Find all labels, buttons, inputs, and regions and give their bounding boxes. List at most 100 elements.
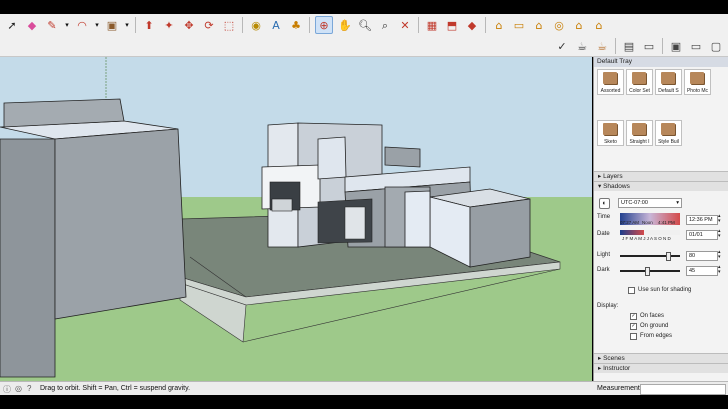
push-pull-icon[interactable]: ⬆ bbox=[141, 17, 157, 33]
car-shape bbox=[271, 198, 293, 212]
layers-label: Layers bbox=[603, 173, 623, 180]
help-icon[interactable]: ? bbox=[27, 384, 31, 393]
style-swatch-style-builder[interactable]: Style Buil bbox=[655, 120, 682, 146]
dark-slider-knob[interactable] bbox=[645, 267, 650, 276]
shadow-toggle-icon[interactable]: ◐ bbox=[599, 198, 610, 209]
pencil-icon[interactable]: ✎ bbox=[44, 17, 60, 33]
pan-icon[interactable]: ✋ bbox=[337, 17, 353, 33]
folder-icon bbox=[661, 72, 675, 84]
date-slider[interactable] bbox=[620, 230, 680, 235]
light-slider-knob[interactable] bbox=[666, 252, 671, 261]
left-view-icon[interactable]: ⌂ bbox=[591, 17, 607, 33]
arc-icon[interactable]: ◠ bbox=[74, 17, 90, 33]
swatch-label: Sketo bbox=[604, 139, 617, 145]
from-edges-checkbox[interactable] bbox=[630, 333, 637, 340]
shadows-section-header[interactable]: ▾ Shadows bbox=[594, 181, 728, 191]
zoom-extents-icon[interactable]: ✕ bbox=[397, 17, 413, 33]
monitor-icon[interactable]: ▭ bbox=[641, 38, 657, 54]
timezone-select[interactable]: UTC-07:00 ▾ bbox=[618, 198, 682, 208]
top-black-bar bbox=[0, 0, 728, 14]
lower-annex-light bbox=[404, 190, 431, 248]
dropdown-icon[interactable]: ▾ bbox=[94, 17, 100, 33]
time-input[interactable]: 12:36 PM bbox=[686, 215, 718, 225]
zoom-icon[interactable]: 🔍︎ bbox=[357, 17, 373, 33]
style-swatch-straight-lines[interactable]: Straight I bbox=[626, 120, 653, 146]
move-icon[interactable]: ✥ bbox=[181, 17, 197, 33]
style-swatch-color-sets[interactable]: Color Set bbox=[626, 69, 653, 95]
model-viewport[interactable] bbox=[0, 57, 592, 381]
main-toolbar: ➚ ◆ ✎ ▾ ◠ ▾ ▣ ▾ ⬆ ✦ ✥ ⟳ ⬚ ◉ A ♣ ⊕ ✋ 🔍︎ ⌕… bbox=[0, 14, 728, 57]
ruby-icon[interactable]: ◆ bbox=[464, 17, 480, 33]
dark-slider[interactable] bbox=[620, 270, 680, 272]
rectangle-icon[interactable]: ▣ bbox=[104, 17, 120, 33]
on-faces-label: On faces bbox=[640, 313, 665, 319]
toolbar-row-1: ➚ ◆ ✎ ▾ ◠ ▾ ▣ ▾ ⬆ ✦ ✥ ⟳ ⬚ ◉ A ♣ ⊕ ✋ 🔍︎ ⌕… bbox=[0, 15, 609, 35]
style-swatch-default[interactable]: Default S bbox=[655, 69, 682, 95]
rotate-icon[interactable]: ⟳ bbox=[201, 17, 217, 33]
scenes-label: Scenes bbox=[603, 355, 625, 362]
on-ground-checkbox[interactable]: ✓ bbox=[630, 323, 637, 330]
text-icon[interactable]: ♣ bbox=[288, 17, 304, 33]
paint-bucket-icon[interactable]: A bbox=[268, 17, 284, 33]
timezone-value: UTC-07:00 bbox=[621, 200, 648, 206]
swatch-label: Assorted bbox=[600, 88, 621, 94]
chevron-down-icon: ▾ bbox=[676, 200, 679, 206]
measurements-label: Measurements bbox=[597, 385, 644, 392]
front-view-icon[interactable]: ⌂ bbox=[531, 17, 547, 33]
extension-icon[interactable]: ⬒ bbox=[444, 17, 460, 33]
layers-section-header[interactable]: ▸ Layers bbox=[594, 171, 728, 181]
eraser-icon[interactable]: ◆ bbox=[24, 17, 40, 33]
status-bar: ⓘ ◎ ? Drag to orbit. Shift = Pan, Ctrl =… bbox=[0, 381, 728, 396]
light-input[interactable]: 80 bbox=[686, 251, 718, 261]
iso-view-icon[interactable]: ⌂ bbox=[491, 17, 507, 33]
info-icon[interactable]: ⓘ bbox=[3, 384, 11, 395]
top-view-icon[interactable]: ▭ bbox=[511, 17, 527, 33]
swatch-label: Style Buil bbox=[658, 139, 679, 145]
swatch-label: Straight I bbox=[629, 139, 650, 145]
on-faces-checkbox[interactable]: ✓ bbox=[630, 313, 637, 320]
xray-icon[interactable]: ▢ bbox=[708, 38, 724, 54]
left-building-side bbox=[54, 128, 187, 320]
swatch-label: Photo Mc bbox=[686, 88, 709, 94]
monitor-icon[interactable]: ▭ bbox=[688, 38, 704, 54]
instructor-section-header[interactable]: ▸ Instructor bbox=[594, 363, 728, 373]
dropdown-icon[interactable]: ▾ bbox=[64, 17, 70, 33]
date-label: Date bbox=[597, 231, 610, 237]
check-icon[interactable]: ✓ bbox=[554, 38, 570, 54]
light-slider[interactable] bbox=[620, 255, 680, 257]
default-tray: Default Tray Assorted Color Set Default … bbox=[593, 57, 728, 381]
right-view-icon[interactable]: ◎ bbox=[551, 17, 567, 33]
light-label: Light bbox=[597, 252, 611, 258]
warehouse-icon[interactable]: ▦ bbox=[424, 17, 440, 33]
dropdown-icon[interactable]: ▾ bbox=[124, 17, 130, 33]
teapot-icon[interactable]: ☕︎ bbox=[574, 38, 590, 54]
style-swatch-photo[interactable]: Photo Mc bbox=[684, 69, 711, 95]
follow-me-icon[interactable]: ✦ bbox=[161, 17, 177, 33]
tape-measure-icon[interactable]: ◉ bbox=[248, 17, 264, 33]
time-spinner-icon[interactable]: ▴ ▾ bbox=[718, 214, 721, 224]
light-spinner-icon[interactable]: ▴ ▾ bbox=[718, 250, 721, 260]
style-swatch-sketchy[interactable]: Sketo bbox=[597, 120, 624, 146]
dark-spinner-icon[interactable]: ▴ ▾ bbox=[718, 265, 721, 275]
separator bbox=[242, 17, 243, 33]
zoom-window-icon[interactable]: ⌕ bbox=[377, 17, 393, 33]
section-fill-icon[interactable]: ▤ bbox=[621, 38, 637, 54]
select-icon[interactable]: ➚ bbox=[4, 17, 20, 33]
date-input[interactable]: 01/01 bbox=[686, 230, 718, 240]
orbit-icon[interactable]: ⊕ bbox=[315, 16, 333, 34]
measurements-box[interactable] bbox=[640, 384, 726, 395]
date-spinner-icon[interactable]: ▴ ▾ bbox=[718, 229, 721, 239]
time-noon-label: Noon bbox=[642, 220, 653, 225]
credit-icon[interactable]: ◎ bbox=[15, 384, 22, 393]
dark-input[interactable]: 45 bbox=[686, 266, 718, 276]
from-edges-label: From edges bbox=[640, 333, 673, 339]
scenes-section-header[interactable]: ▸ Scenes bbox=[594, 353, 728, 363]
back-view-icon[interactable]: ⌂ bbox=[571, 17, 587, 33]
teapot-shaded-icon[interactable]: ☕︎ bbox=[594, 38, 610, 54]
style-swatch-assorted[interactable]: Assorted bbox=[597, 69, 624, 95]
folder-icon bbox=[632, 123, 646, 135]
shadows-label: Shadows bbox=[603, 183, 630, 190]
monitor-tabs-icon[interactable]: ▣ bbox=[668, 38, 684, 54]
use-sun-checkbox[interactable] bbox=[628, 287, 635, 294]
scale-icon[interactable]: ⬚ bbox=[221, 17, 237, 33]
